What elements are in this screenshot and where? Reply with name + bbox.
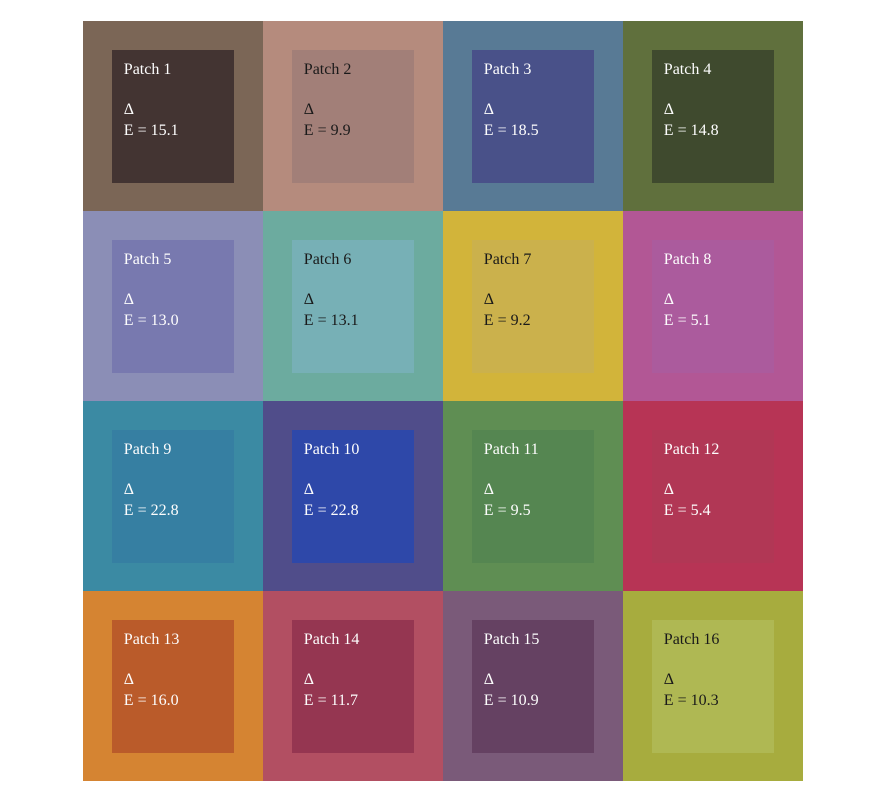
patch-outer: Patch 4 ΔE = 14.8 xyxy=(623,21,803,211)
patch-outer: Patch 13 ΔE = 16.0 xyxy=(83,591,263,781)
patch-outer: Patch 14 ΔE = 11.7 xyxy=(263,591,443,781)
delta-e-value: E = 5.1 xyxy=(664,311,762,332)
delta-e-value: E = 22.8 xyxy=(124,501,222,522)
patch-outer: Patch 8 ΔE = 5.1 xyxy=(623,211,803,401)
delta-symbol: Δ xyxy=(124,670,222,691)
patch-outer: Patch 1 ΔE = 15.1 xyxy=(83,21,263,211)
delta-symbol: Δ xyxy=(664,290,762,311)
patch-title: Patch 16 xyxy=(664,630,762,651)
patch-inner: Patch 4 ΔE = 14.8 xyxy=(652,50,774,183)
delta-e-value: E = 9.2 xyxy=(484,311,582,332)
patch-title: Patch 8 xyxy=(664,250,762,271)
delta-symbol: Δ xyxy=(124,480,222,501)
patch-title: Patch 3 xyxy=(484,60,582,81)
delta-e-value: E = 5.4 xyxy=(664,501,762,522)
patch-inner: Patch 12 ΔE = 5.4 xyxy=(652,430,774,563)
patch-title: Patch 15 xyxy=(484,630,582,651)
patch-title: Patch 7 xyxy=(484,250,582,271)
patch-inner: Patch 3 ΔE = 18.5 xyxy=(472,50,594,183)
patch-title: Patch 10 xyxy=(304,440,402,461)
patch-outer: Patch 2 ΔE = 9.9 xyxy=(263,21,443,211)
delta-symbol: Δ xyxy=(124,290,222,311)
patch-title: Patch 11 xyxy=(484,440,582,461)
patch-title: Patch 4 xyxy=(664,60,762,81)
patch-title: Patch 12 xyxy=(664,440,762,461)
delta-symbol: Δ xyxy=(664,670,762,691)
patch-title: Patch 6 xyxy=(304,250,402,271)
patch-outer: Patch 7 ΔE = 9.2 xyxy=(443,211,623,401)
patch-inner: Patch 9 ΔE = 22.8 xyxy=(112,430,234,563)
patch-outer: Patch 10 ΔE = 22.8 xyxy=(263,401,443,591)
patch-title: Patch 14 xyxy=(304,630,402,651)
patch-title: Patch 5 xyxy=(124,250,222,271)
delta-symbol: Δ xyxy=(304,290,402,311)
patch-title: Patch 2 xyxy=(304,60,402,81)
patch-outer: Patch 5 ΔE = 13.0 xyxy=(83,211,263,401)
delta-e-value: E = 10.9 xyxy=(484,691,582,712)
delta-symbol: Δ xyxy=(484,670,582,691)
delta-symbol: Δ xyxy=(664,480,762,501)
patch-inner: Patch 1 ΔE = 15.1 xyxy=(112,50,234,183)
patch-inner: Patch 13 ΔE = 16.0 xyxy=(112,620,234,753)
patch-title: Patch 1 xyxy=(124,60,222,81)
patch-inner: Patch 8 ΔE = 5.1 xyxy=(652,240,774,373)
delta-symbol: Δ xyxy=(664,100,762,121)
delta-e-value: E = 15.1 xyxy=(124,121,222,142)
patch-outer: Patch 16 ΔE = 10.3 xyxy=(623,591,803,781)
delta-symbol: Δ xyxy=(484,100,582,121)
patch-outer: Patch 11 ΔE = 9.5 xyxy=(443,401,623,591)
patch-outer: Patch 6 ΔE = 13.1 xyxy=(263,211,443,401)
patch-inner: Patch 10 ΔE = 22.8 xyxy=(292,430,414,563)
patch-outer: Patch 12 ΔE = 5.4 xyxy=(623,401,803,591)
patch-inner: Patch 5 ΔE = 13.0 xyxy=(112,240,234,373)
patch-inner: Patch 6 ΔE = 13.1 xyxy=(292,240,414,373)
patch-title: Patch 13 xyxy=(124,630,222,651)
delta-e-value: E = 13.1 xyxy=(304,311,402,332)
delta-e-value: E = 13.0 xyxy=(124,311,222,332)
patch-outer: Patch 3 ΔE = 18.5 xyxy=(443,21,623,211)
delta-e-value: E = 18.5 xyxy=(484,121,582,142)
delta-symbol: Δ xyxy=(484,480,582,501)
patch-outer: Patch 15 ΔE = 10.9 xyxy=(443,591,623,781)
patch-title: Patch 9 xyxy=(124,440,222,461)
delta-e-value: E = 22.8 xyxy=(304,501,402,522)
patch-inner: Patch 11 ΔE = 9.5 xyxy=(472,430,594,563)
patch-inner: Patch 7 ΔE = 9.2 xyxy=(472,240,594,373)
patch-inner: Patch 14 ΔE = 11.7 xyxy=(292,620,414,753)
delta-e-value: E = 10.3 xyxy=(664,691,762,712)
patch-inner: Patch 2 ΔE = 9.9 xyxy=(292,50,414,183)
delta-symbol: Δ xyxy=(124,100,222,121)
delta-symbol: Δ xyxy=(304,100,402,121)
patch-inner: Patch 16 ΔE = 10.3 xyxy=(652,620,774,753)
delta-symbol: Δ xyxy=(304,670,402,691)
delta-symbol: Δ xyxy=(484,290,582,311)
patch-grid: Patch 1ΔE = 15.1Patch 2ΔE = 9.9Patch 3ΔE… xyxy=(83,21,803,781)
delta-e-value: E = 11.7 xyxy=(304,691,402,712)
delta-e-value: E = 14.8 xyxy=(664,121,762,142)
patch-outer: Patch 9 ΔE = 22.8 xyxy=(83,401,263,591)
patch-inner: Patch 15 ΔE = 10.9 xyxy=(472,620,594,753)
delta-e-value: E = 9.5 xyxy=(484,501,582,522)
delta-symbol: Δ xyxy=(304,480,402,501)
delta-e-value: E = 16.0 xyxy=(124,691,222,712)
delta-e-value: E = 9.9 xyxy=(304,121,402,142)
